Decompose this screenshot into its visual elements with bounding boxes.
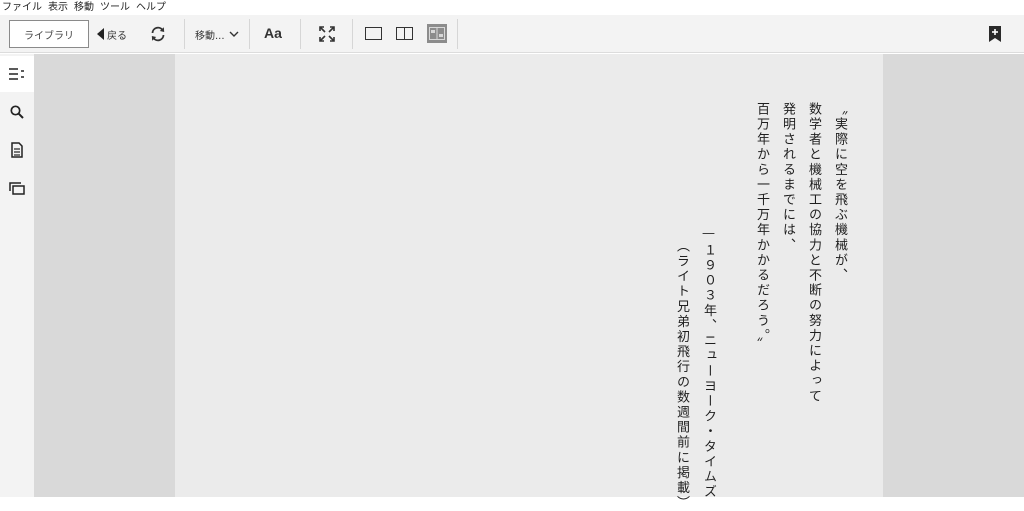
toolbar-separator	[249, 19, 250, 49]
goto-label: 移動...	[195, 30, 225, 42]
text-line: 発明されるまでには、	[780, 102, 795, 253]
menu-view[interactable]: 表示	[46, 1, 72, 15]
text-line: 百万年から一千万年かかるだろう。〟	[754, 102, 769, 353]
text-line: 〝実際に空を飛ぶ機械が、	[832, 102, 847, 284]
menu-bar: ファイル 表示 移動 ツール ヘルプ	[0, 0, 1024, 15]
table-of-contents-icon	[9, 68, 24, 80]
add-bookmark-icon[interactable]	[988, 25, 1002, 43]
pages-button[interactable]	[0, 170, 34, 206]
font-settings-button[interactable]: Aa	[264, 25, 282, 41]
book-page: 〝実際に空を飛ぶ機械が、 数学者と機械工の協力と不断の努力によって 発明されるま…	[175, 54, 883, 511]
back-button-label: 戻る	[107, 30, 127, 42]
sync-icon[interactable]	[149, 25, 167, 43]
toolbar-separator	[300, 19, 301, 49]
toolbar-separator	[457, 19, 458, 49]
search-icon	[10, 105, 24, 119]
toc-button[interactable]	[0, 56, 34, 92]
notes-button[interactable]	[0, 132, 34, 168]
library-button[interactable]: ライブラリ	[9, 20, 89, 48]
menu-tools[interactable]: ツール	[98, 1, 134, 15]
fullscreen-icon[interactable]	[318, 25, 336, 43]
chevron-down-icon	[229, 31, 239, 37]
goto-dropdown[interactable]: 移動...	[195, 27, 239, 42]
notes-icon	[11, 142, 23, 158]
toolbar: ライブラリ 戻る 移動... Aa	[0, 15, 1024, 53]
text-line: （ライト兄弟初飛行の数週間前に掲載）	[674, 239, 689, 511]
toolbar-separator	[352, 19, 353, 49]
search-button[interactable]	[0, 94, 34, 130]
back-triangle-icon	[97, 28, 104, 40]
menu-help[interactable]: ヘルプ	[134, 1, 170, 15]
menu-file[interactable]: ファイル	[0, 1, 46, 15]
menu-go[interactable]: 移動	[72, 1, 98, 15]
reading-area[interactable]: 〝実際に空を飛ぶ機械が、 数学者と機械工の協力と不断の努力によって 発明されるま…	[34, 54, 1024, 511]
double-page-layout-icon[interactable]	[396, 27, 413, 40]
auto-layout-icon	[429, 27, 445, 40]
toolbar-separator	[184, 19, 185, 49]
single-page-layout-icon[interactable]	[365, 27, 382, 40]
auto-layout-button[interactable]	[427, 24, 447, 43]
text-line: 数学者と機械工の協力と不断の努力によって	[806, 102, 821, 404]
text-line: —１９０３年、ニューヨーク・タイムズ	[701, 226, 716, 500]
back-button[interactable]: 戻る	[97, 26, 127, 42]
sidebar	[0, 54, 34, 497]
pages-icon	[9, 181, 25, 195]
library-button-label: ライブラリ	[24, 30, 74, 42]
